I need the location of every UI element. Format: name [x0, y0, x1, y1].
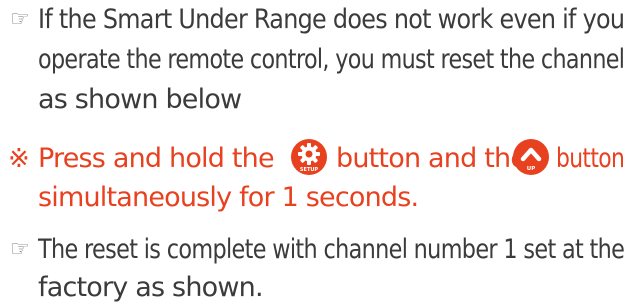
- instruction-part2: button and the: [336, 143, 527, 174]
- pointing-hand-icon: ☞: [10, 7, 30, 32]
- note1-line2: operate the remote control, you must res…: [38, 44, 625, 75]
- note2-line1: The reset is complete with channel numbe…: [38, 234, 625, 265]
- setup-button-label: SETUP: [300, 167, 318, 173]
- pointing-hand-icon: ☞: [10, 237, 30, 262]
- instruction-part1: Press and hold the: [38, 143, 275, 174]
- note1-line3: as shown below: [38, 84, 242, 115]
- reference-mark: ※: [8, 144, 30, 174]
- instruction-line2: simultaneously for 1 seconds.: [38, 182, 419, 213]
- setup-button-icon: SETUP: [290, 138, 328, 176]
- instruction-part3: button: [556, 143, 625, 174]
- up-button-icon: UP: [512, 138, 550, 176]
- note2-line2: factory as shown.: [38, 272, 264, 303]
- up-button-label: UP: [527, 166, 536, 172]
- note1-line1: If the Smart Under Range does not work e…: [38, 4, 625, 35]
